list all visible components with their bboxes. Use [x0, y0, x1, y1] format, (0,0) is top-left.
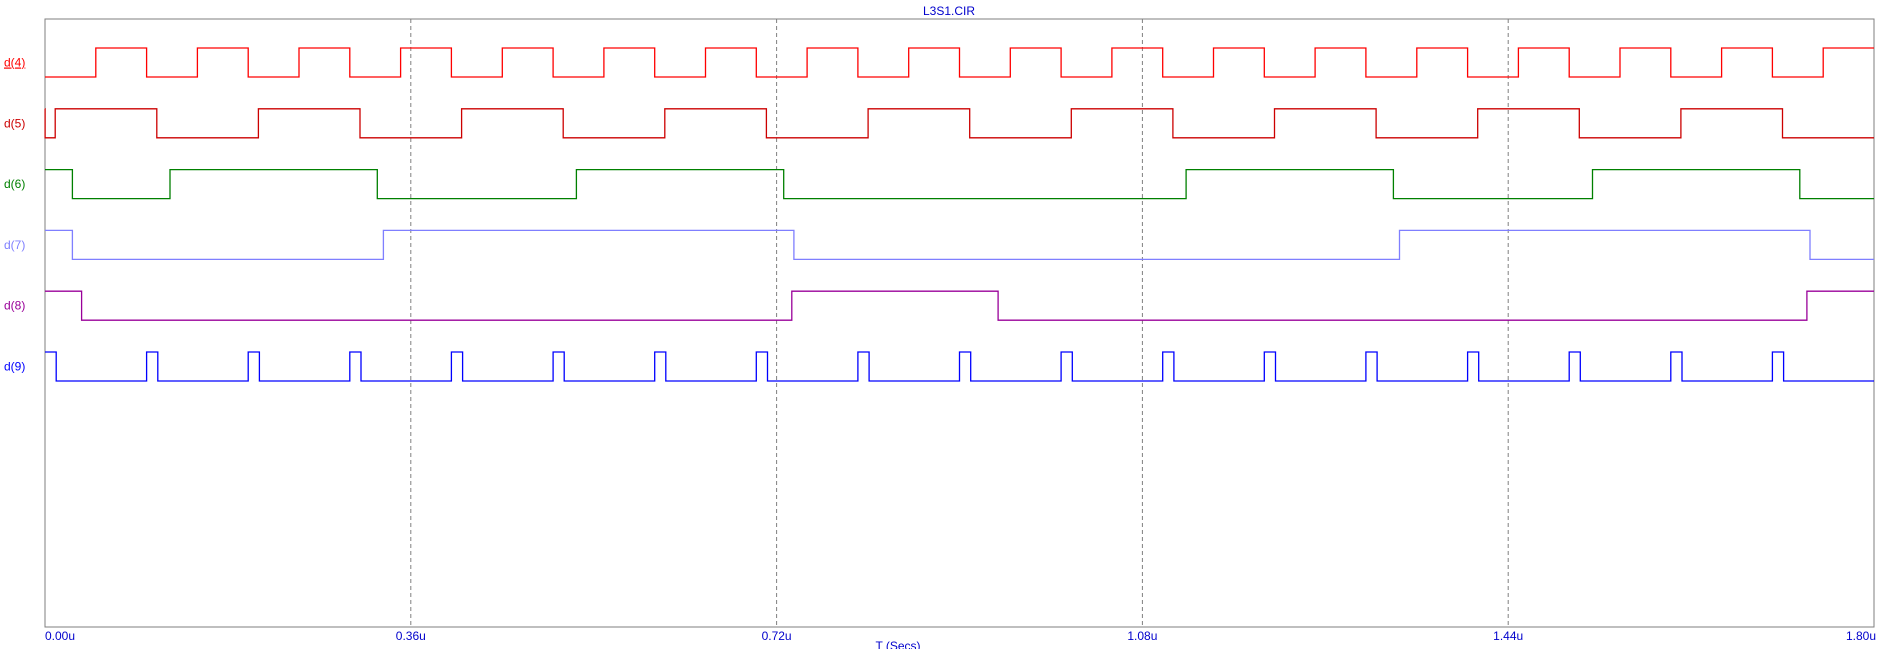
x-tick-label: 1.44u — [1493, 629, 1523, 643]
trace-label[interactable]: d(9) — [4, 360, 25, 374]
x-tick-label: 0.00u — [45, 629, 75, 643]
waveform-d8 — [45, 290, 1874, 321]
x-tick-label: 0.72u — [762, 629, 792, 643]
waveform-d5 — [44, 108, 1874, 139]
trace-label[interactable]: d(5) — [4, 116, 25, 130]
trace-label[interactable]: d(6) — [4, 177, 25, 191]
trace-label[interactable]: d(4) — [4, 56, 25, 70]
x-axis-ticks: 0.00u 0.36u 0.72u 1.08u 1.44u 1.80u — [45, 629, 1876, 643]
waveform-d7 — [45, 229, 1874, 261]
grid-lines — [410, 19, 1509, 627]
trace-label[interactable]: d(7) — [4, 238, 25, 252]
waveform-d4 — [45, 47, 1874, 78]
x-tick-label: 1.08u — [1127, 629, 1157, 643]
trace-labels: d(4) d(5) d(6) d(7) d(8) d(9) — [4, 56, 25, 374]
waveform-d9 — [45, 351, 1874, 382]
x-tick-label: 1.80u — [1846, 629, 1876, 643]
x-axis-label: T (Secs) — [875, 639, 920, 649]
chart-title: L3S1.CIR — [923, 4, 975, 18]
trace-label[interactable]: d(8) — [4, 299, 25, 313]
plot-frame — [44, 18, 1875, 628]
digital-waveform-chart: L3S1.CIR d(4)d(5)d(6)d(7)d(8)d(9) 0.00u 0… — [4, 4, 1876, 649]
waveform-d6 — [45, 168, 1874, 200]
waveform-traces — [44, 47, 1874, 382]
x-tick-label: 0.36u — [396, 629, 426, 643]
